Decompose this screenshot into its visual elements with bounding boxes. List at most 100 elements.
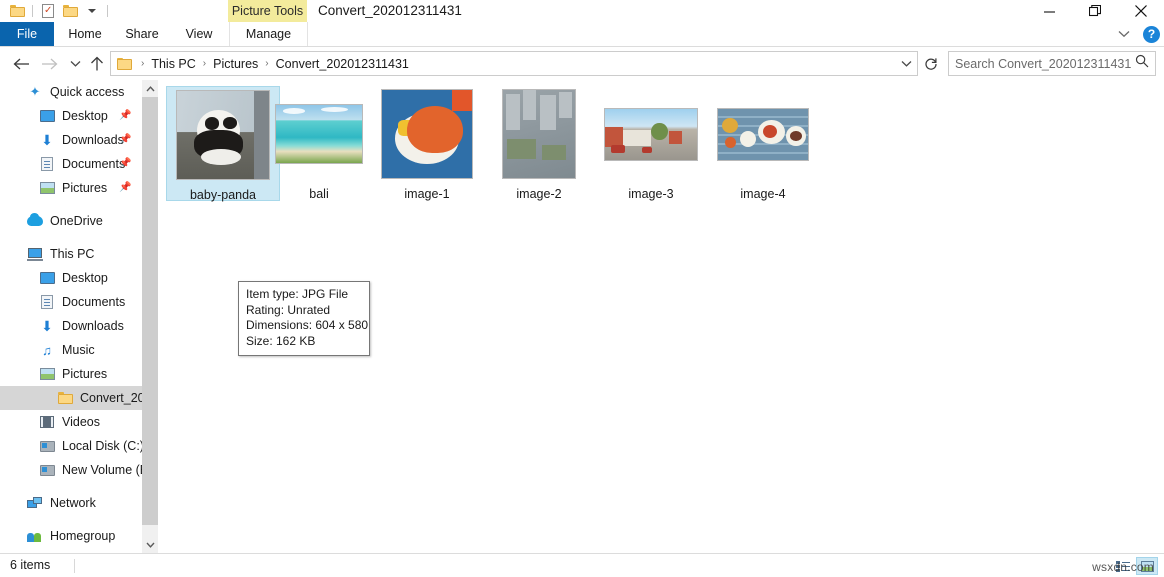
status-divider (74, 559, 75, 573)
file-item[interactable]: image-3 (594, 86, 708, 201)
breadcrumb-separator-2[interactable]: › (260, 58, 273, 69)
navigation-scrollbar[interactable] (142, 80, 158, 553)
file-name-label: image-2 (482, 187, 596, 201)
sidebar-item-music[interactable]: ♫Music (0, 338, 142, 362)
file-item[interactable]: bali (262, 86, 376, 201)
tab-home[interactable]: Home (60, 22, 110, 46)
address-bar: › This PC › Pictures › Convert_202012311… (0, 47, 1164, 80)
new-folder-icon[interactable] (59, 1, 81, 21)
close-button[interactable] (1118, 0, 1164, 22)
sidebar-item-label: Videos (62, 415, 100, 429)
watermark: wsxdn.com (1092, 560, 1154, 574)
file-thumbnail (262, 86, 376, 182)
tab-file[interactable]: File (0, 22, 54, 46)
sidebar-item-label: Pictures (62, 181, 107, 195)
window-title: Convert_202012311431 (318, 3, 462, 18)
refresh-button[interactable] (918, 51, 944, 76)
sidebar-item-label: Desktop (62, 271, 108, 285)
tab-manage[interactable]: Manage (229, 22, 308, 46)
thumbnail-image (176, 90, 270, 180)
tab-view[interactable]: View (176, 22, 222, 46)
navigation-tree: ✦Quick accessDesktop📌⬇Downloads📌Document… (0, 80, 142, 548)
sidebar-item-desktop[interactable]: Desktop (0, 266, 142, 290)
item-count-label: 6 items (10, 558, 50, 572)
search-box[interactable]: Search Convert_202012311431 (948, 51, 1156, 76)
picture-icon (38, 365, 56, 383)
help-icon[interactable]: ? (1143, 26, 1160, 43)
breadcrumb-tools (895, 52, 917, 75)
sidebar-item-downloads[interactable]: ⬇ Downloads (0, 314, 142, 338)
pin-icon[interactable]: 📌 (119, 134, 130, 145)
file-item[interactable]: image-4 (706, 86, 820, 201)
sidebar-item-documents[interactable]: Documents📌 (0, 152, 142, 176)
chevron-down-icon[interactable] (1113, 23, 1135, 45)
download-icon: ⬇ (38, 317, 56, 335)
forward-button[interactable] (36, 51, 62, 76)
search-input[interactable]: Search Convert_202012311431 (955, 57, 1135, 71)
thumbnail-image (381, 89, 473, 179)
breadcrumb-item-pictures[interactable]: Pictures (211, 57, 260, 71)
sidebar-item-convert-20201[interactable]: Convert_20201 (0, 386, 142, 410)
address-dropdown-icon[interactable] (895, 52, 917, 75)
file-item[interactable]: image-1 (370, 86, 484, 201)
star-icon: ✦ (26, 83, 44, 101)
sidebar-item-label: Downloads (62, 319, 124, 333)
tooltip-dimensions: Dimensions: 604 x 580 (246, 318, 362, 334)
search-icon[interactable] (1135, 54, 1149, 73)
sidebar-item-downloads[interactable]: ⬇Downloads📌 (0, 128, 142, 152)
breadcrumb-item-current-folder[interactable]: Convert_202012311431 (274, 57, 411, 71)
sidebar-item-pictures[interactable]: Pictures (0, 362, 142, 386)
breadcrumb-item-this-pc[interactable]: This PC (149, 57, 197, 71)
pin-icon[interactable]: 📌 (119, 158, 130, 169)
folder-icon[interactable] (6, 1, 28, 21)
homegroup-icon (26, 527, 44, 545)
document-icon (38, 293, 56, 311)
tooltip-rating: Rating: Unrated (246, 303, 362, 319)
sidebar-item-quick-access[interactable]: ✦Quick access (0, 80, 142, 104)
download-icon: ⬇ (38, 131, 56, 149)
sidebar-item-label: This PC (50, 247, 94, 261)
sidebar-item-homegroup[interactable]: Homegroup (0, 524, 142, 548)
up-button[interactable] (84, 51, 110, 76)
scroll-down-icon[interactable] (142, 536, 158, 553)
breadcrumb-separator-1[interactable]: › (198, 58, 211, 69)
customize-dropdown-icon[interactable] (81, 1, 103, 21)
sidebar-item-pictures[interactable]: Pictures 📌 (0, 176, 142, 200)
ribbon-tab-bar: File Home Share View Manage ? (0, 22, 1164, 47)
properties-icon[interactable]: ✓ (37, 1, 59, 21)
pin-icon[interactable]: 📌 (119, 182, 130, 193)
sidebar-item-videos[interactable]: Videos (0, 410, 142, 434)
sidebar-item-desktop[interactable]: Desktop 📌 (0, 104, 142, 128)
video-icon (38, 413, 56, 431)
tooltip-size: Size: 162 KB (246, 334, 362, 350)
sidebar-item-label: Local Disk (C:) (62, 439, 142, 453)
file-thumbnail (482, 86, 596, 182)
sidebar-item-label: Desktop (62, 109, 108, 123)
computer-icon (26, 245, 44, 263)
back-button[interactable] (8, 51, 34, 76)
sidebar-item-new-volume-e[interactable]: New Volume (E:) (0, 458, 142, 482)
music-icon: ♫ (38, 341, 56, 359)
sidebar-item-onedrive[interactable]: OneDrive (0, 209, 142, 233)
sidebar-item-network[interactable]: Network (0, 491, 142, 515)
sidebar-item-label: Homegroup (50, 529, 115, 543)
sidebar-item-this-pc[interactable]: This PC (0, 242, 142, 266)
sidebar-item-label: OneDrive (50, 214, 103, 228)
disk-icon (38, 461, 56, 479)
tab-share[interactable]: Share (118, 22, 166, 46)
thumbnail-image (502, 89, 576, 179)
cloud-icon (26, 212, 44, 230)
breadcrumb[interactable]: › This PC › Pictures › Convert_202012311… (110, 51, 918, 76)
minimize-button[interactable] (1026, 0, 1072, 22)
document-icon (38, 155, 56, 173)
scrollbar-thumb[interactable] (142, 97, 158, 525)
restore-button[interactable] (1072, 0, 1118, 22)
sidebar-item-documents[interactable]: Documents (0, 290, 142, 314)
network-icon (26, 494, 44, 512)
scroll-up-icon[interactable] (142, 80, 158, 97)
file-item[interactable]: image-2 (482, 86, 596, 201)
title-bar: ✓ Picture Tools Convert_202012311431 (0, 0, 1164, 22)
sidebar-item-local-disk-c[interactable]: Local Disk (C:) (0, 434, 142, 458)
thumbnail-image (275, 104, 363, 164)
pin-icon[interactable]: 📌 (119, 110, 130, 121)
